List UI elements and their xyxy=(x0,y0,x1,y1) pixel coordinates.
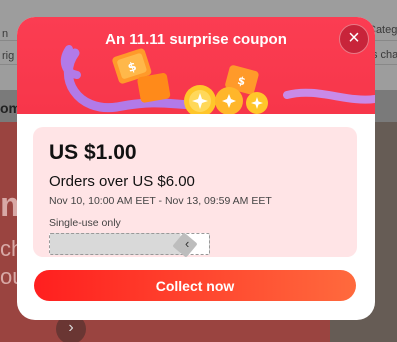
coupon-modal: $ $ An 11.11 surprise coupon × US $1.00 … xyxy=(17,17,375,320)
background-text: s chau xyxy=(372,49,397,61)
modal-header: $ $ An 11.11 surprise coupon × xyxy=(17,17,375,114)
collect-now-button[interactable]: Collect now xyxy=(34,270,356,301)
background-text: rig xyxy=(2,50,15,62)
background-text: n xyxy=(2,28,9,40)
coupon-amount: US $1.00 xyxy=(49,141,137,164)
coupon-card: US $1.00 Orders over US $6.00 Nov 10, 10… xyxy=(33,127,357,258)
modal-title: An 11.11 surprise coupon xyxy=(105,31,287,48)
coupon-validity: Nov 10, 10:00 AM EET - Nov 13, 09:59 AM … xyxy=(49,195,272,207)
close-icon[interactable]: × xyxy=(339,24,369,54)
chevron-left-icon: ‹ xyxy=(185,236,190,251)
coupon-usage-label: Single-use only xyxy=(49,217,121,229)
coupon-progress-bar: ‹ xyxy=(49,232,210,258)
coupon-condition: Orders over US $6.00 xyxy=(49,173,195,190)
